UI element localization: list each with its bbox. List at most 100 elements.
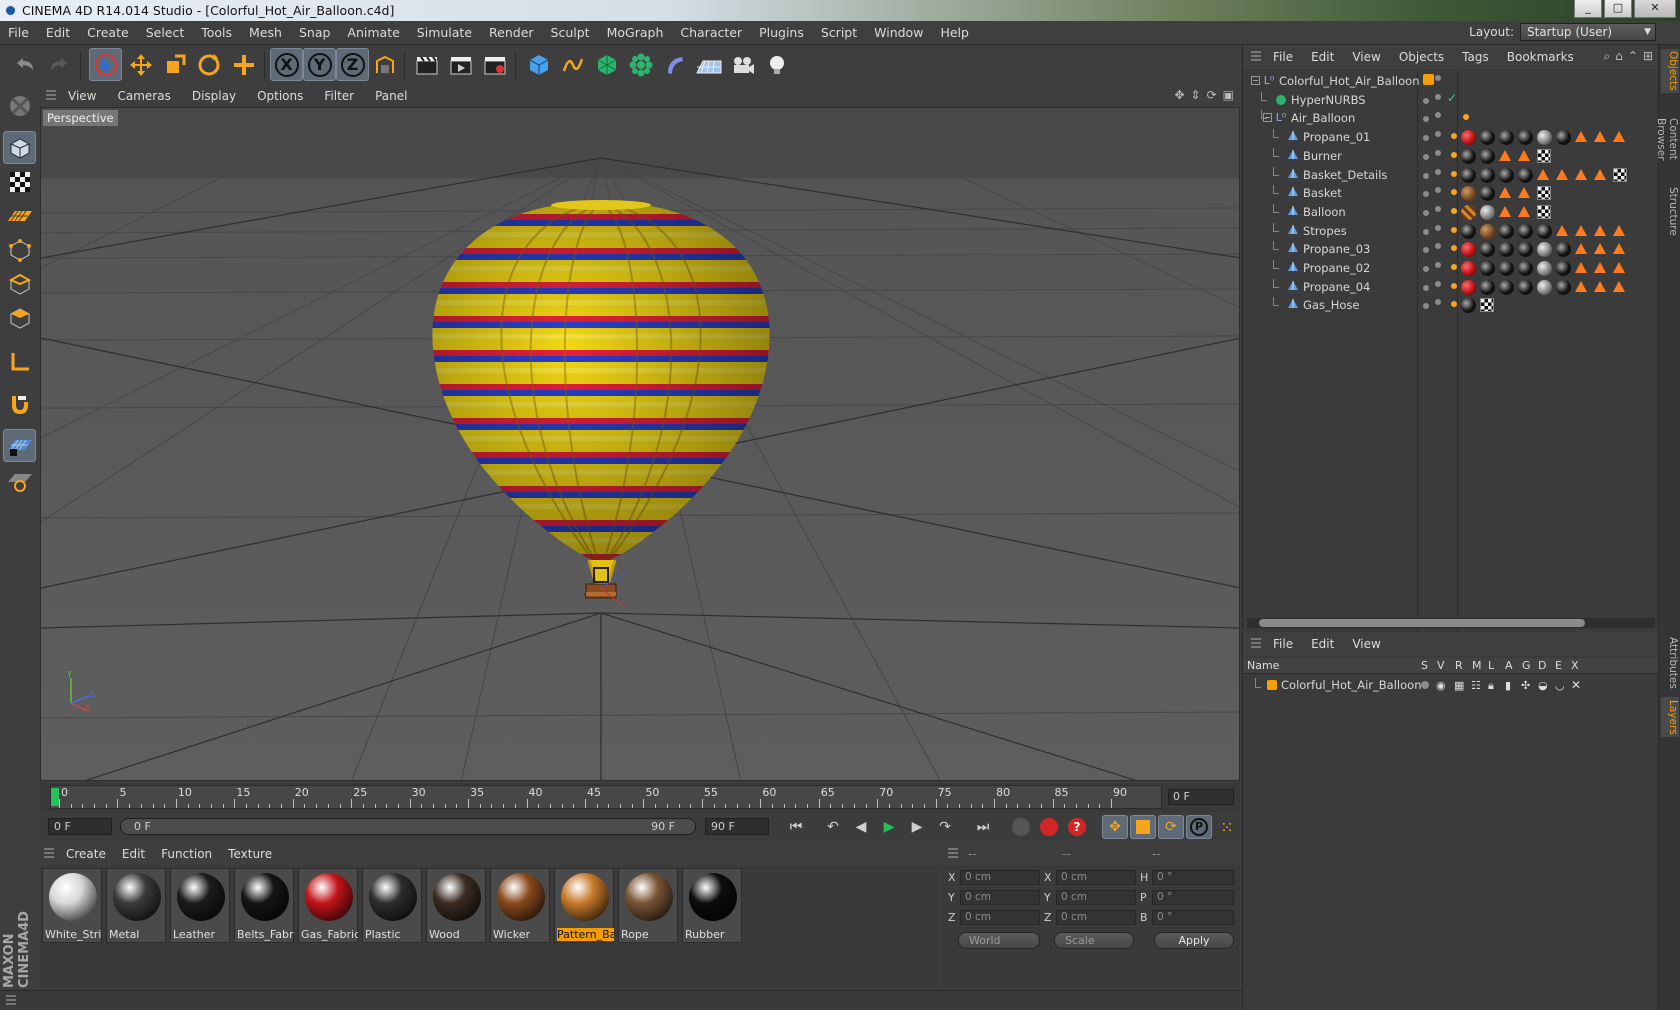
material-menu-edit[interactable]: Edit — [122, 847, 145, 861]
selection-tag-icon[interactable] — [1499, 205, 1511, 217]
texture-tag-icon[interactable] — [1461, 148, 1476, 164]
pos-z-field[interactable]: 0 cm — [960, 910, 1040, 925]
size-y-field[interactable]: 0 cm — [1056, 890, 1136, 905]
texture-tag-icon[interactable] — [1518, 261, 1533, 276]
timeline-ruler[interactable]: 0 5 10 15 20 25 30 35 40 45 50 55 60 65 70 75 80 85 90 — [50, 785, 1162, 809]
object-row[interactable]: Propane_02 — [1243, 258, 1659, 278]
material-swatch[interactable]: Plastic — [362, 868, 422, 943]
menu-simulate[interactable]: Simulate — [417, 25, 472, 40]
texture-tag-icon[interactable] — [1537, 130, 1552, 146]
texture-tag-icon[interactable] — [1499, 167, 1514, 183]
pan-view-icon[interactable]: ✥ — [1174, 88, 1184, 102]
add-camera-button[interactable] — [726, 48, 759, 81]
phong-tag-icon[interactable] — [1451, 151, 1457, 158]
layer-menu-edit[interactable]: Edit — [1311, 637, 1334, 651]
texture-tag-icon[interactable] — [1537, 223, 1552, 239]
editor-visibility-dot[interactable] — [1423, 266, 1429, 272]
size-x-field[interactable]: 0 cm — [1056, 870, 1136, 885]
texture-tag-icon[interactable] — [1499, 261, 1514, 276]
editor-visibility-dot[interactable] — [1423, 247, 1429, 254]
object-menu-file[interactable]: File — [1273, 50, 1293, 64]
coordinate-system-button[interactable] — [368, 48, 401, 81]
layout-dropdown[interactable]: Startup (User) ▼ — [1520, 23, 1656, 41]
render-visibility-dot[interactable] — [1435, 168, 1441, 175]
next-frame-button[interactable]: ▶ — [904, 815, 930, 839]
selection-tag-icon[interactable] — [1613, 243, 1625, 255]
phong-tag-icon[interactable] — [1451, 133, 1457, 140]
texture-tag-icon[interactable] — [1518, 130, 1533, 146]
uvw-tag-icon[interactable] — [1537, 148, 1551, 163]
add-floor-button[interactable] — [692, 48, 725, 81]
texture-tag-icon[interactable] — [1461, 204, 1476, 220]
edges-mode-button[interactable] — [3, 267, 36, 300]
animation-icon[interactable]: ▮ — [1505, 679, 1511, 692]
object-row[interactable]: Basket — [1243, 183, 1659, 203]
editor-visibility-dot[interactable] — [1423, 116, 1429, 123]
go-to-prev-key-button[interactable]: ↶ — [820, 815, 846, 839]
rot-b-field[interactable]: 0 ° — [1152, 910, 1234, 925]
x-axis-lock-button[interactable]: X — [270, 48, 303, 81]
selection-tag-icon[interactable] — [1518, 149, 1530, 161]
menu-animate[interactable]: Animate — [347, 25, 399, 40]
selection-tag-icon[interactable] — [1613, 262, 1625, 273]
generator-icon[interactable]: ✣ — [1521, 679, 1530, 692]
texture-tag-icon[interactable] — [1480, 279, 1495, 295]
material-swatch[interactable]: Leather — [170, 868, 230, 943]
manager-icon[interactable]: ☷ — [1471, 679, 1481, 692]
texture-tag-icon[interactable] — [1461, 130, 1476, 146]
move-tool-button[interactable] — [124, 48, 157, 81]
keyframe-selection-button[interactable]: ? — [1064, 815, 1090, 839]
add-deformer-button[interactable] — [658, 48, 691, 81]
recent-tool-button[interactable] — [227, 48, 260, 81]
key-rotation-button[interactable]: ⟳ — [1158, 815, 1184, 839]
viewport-menu-view[interactable]: View — [68, 89, 96, 103]
object-row[interactable]: Gas_Hose — [1243, 295, 1659, 315]
render-visibility-dot[interactable] — [1435, 131, 1441, 138]
selection-tag-icon[interactable] — [1575, 168, 1587, 180]
material-menu-function[interactable]: Function — [161, 847, 212, 861]
tab-structure[interactable]: Structure — [1661, 185, 1679, 237]
selection-tag-icon[interactable] — [1594, 262, 1606, 273]
add-array-button[interactable] — [624, 48, 657, 81]
add-nurbs-button[interactable] — [590, 48, 623, 81]
y-axis-lock-button[interactable]: Y — [303, 48, 336, 81]
phong-tag-icon[interactable] — [1451, 226, 1457, 233]
coordinate-mode-dropdown[interactable]: World — [958, 932, 1040, 949]
object-menu-edit[interactable]: Edit — [1311, 50, 1334, 64]
editor-visibility-dot[interactable] — [1423, 153, 1429, 160]
selection-tag-icon[interactable] — [1575, 262, 1587, 273]
range-start-field[interactable]: 0 F — [48, 818, 112, 835]
uvw-tag-icon[interactable] — [1537, 204, 1551, 219]
scale-tool-button[interactable] — [158, 48, 191, 81]
object-row[interactable]: Basket_Details — [1243, 165, 1659, 185]
tab-content-browser[interactable]: Content Browser — [1655, 99, 1679, 179]
selection-tag-icon[interactable] — [1556, 168, 1568, 180]
collapse-toggle-icon[interactable]: − — [1263, 113, 1272, 123]
toggle-layout-icon[interactable]: ▣ — [1223, 88, 1234, 102]
selection-tag-icon[interactable] — [1537, 168, 1549, 180]
menu-file[interactable]: File — [8, 25, 29, 40]
phong-tag-icon[interactable] — [1451, 282, 1457, 289]
phong-tag-icon[interactable] — [1451, 170, 1457, 177]
live-selection-tool-button[interactable] — [89, 48, 122, 81]
selection-tag-icon[interactable] — [1499, 187, 1511, 199]
key-pla-button[interactable]: ⁙ — [1214, 815, 1240, 839]
uvw-tag-icon[interactable] — [1537, 186, 1551, 201]
rotate-view-icon[interactable]: ⟳ — [1207, 88, 1217, 102]
texture-tag-icon[interactable] — [1461, 261, 1476, 276]
current-frame-field[interactable]: 0 F — [1168, 789, 1234, 805]
menu-tools[interactable]: Tools — [201, 25, 232, 40]
material-menu-texture[interactable]: Texture — [228, 847, 272, 861]
texture-tag-icon[interactable] — [1499, 279, 1514, 295]
editor-visibility-dot[interactable] — [1423, 191, 1429, 198]
texture-mode-button[interactable] — [3, 165, 36, 198]
uvw-tag-icon[interactable] — [1480, 298, 1494, 313]
go-to-next-key-button[interactable]: ↷ — [932, 815, 958, 839]
selection-tag-icon[interactable] — [1556, 224, 1568, 236]
pos-y-field[interactable]: 0 cm — [960, 890, 1040, 905]
collapse-toggle-icon[interactable]: − — [1251, 76, 1260, 85]
range-end-field[interactable]: 90 F — [705, 818, 769, 835]
record-keys-button[interactable] — [1008, 815, 1034, 839]
menu-render[interactable]: Render — [489, 25, 534, 40]
rot-h-field[interactable]: 0 ° — [1152, 870, 1234, 885]
